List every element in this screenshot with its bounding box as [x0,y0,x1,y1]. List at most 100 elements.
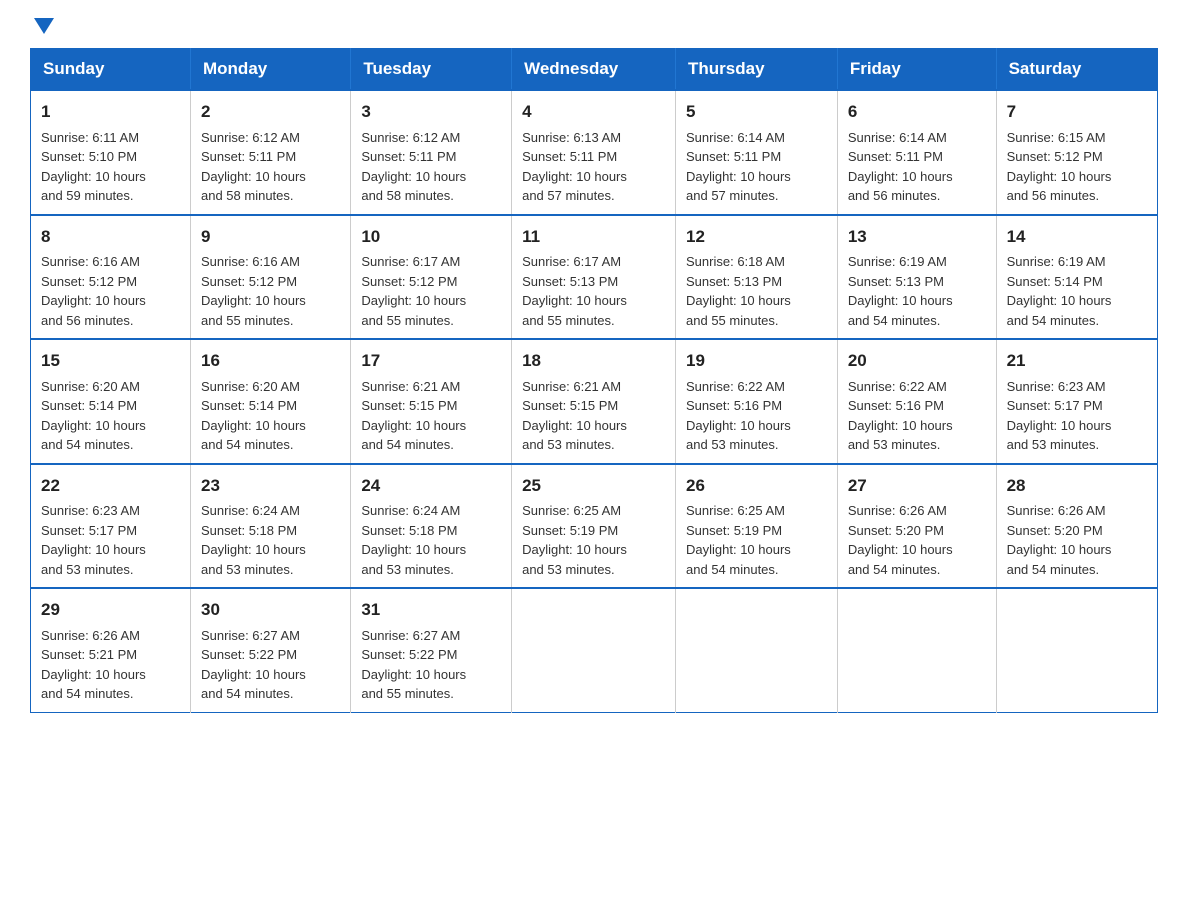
day-number: 2 [201,99,340,125]
day-number: 22 [41,473,180,499]
calendar-cell: 9 Sunrise: 6:16 AMSunset: 5:12 PMDayligh… [191,215,351,340]
calendar-cell [996,588,1157,712]
day-info: Sunrise: 6:27 AMSunset: 5:22 PMDaylight:… [361,628,466,702]
day-number: 15 [41,348,180,374]
day-info: Sunrise: 6:21 AMSunset: 5:15 PMDaylight:… [522,379,627,453]
calendar-cell: 14 Sunrise: 6:19 AMSunset: 5:14 PMDaylig… [996,215,1157,340]
calendar-cell: 23 Sunrise: 6:24 AMSunset: 5:18 PMDaylig… [191,464,351,589]
calendar-cell: 13 Sunrise: 6:19 AMSunset: 5:13 PMDaylig… [837,215,996,340]
day-number: 19 [686,348,827,374]
day-info: Sunrise: 6:11 AMSunset: 5:10 PMDaylight:… [41,130,146,204]
day-info: Sunrise: 6:12 AMSunset: 5:11 PMDaylight:… [201,130,306,204]
calendar-cell: 24 Sunrise: 6:24 AMSunset: 5:18 PMDaylig… [351,464,512,589]
day-info: Sunrise: 6:26 AMSunset: 5:20 PMDaylight:… [848,503,953,577]
calendar-cell: 20 Sunrise: 6:22 AMSunset: 5:16 PMDaylig… [837,339,996,464]
calendar-cell: 4 Sunrise: 6:13 AMSunset: 5:11 PMDayligh… [512,90,676,215]
day-info: Sunrise: 6:17 AMSunset: 5:13 PMDaylight:… [522,254,627,328]
day-info: Sunrise: 6:14 AMSunset: 5:11 PMDaylight:… [848,130,953,204]
day-info: Sunrise: 6:14 AMSunset: 5:11 PMDaylight:… [686,130,791,204]
day-info: Sunrise: 6:16 AMSunset: 5:12 PMDaylight:… [41,254,146,328]
day-number: 30 [201,597,340,623]
day-info: Sunrise: 6:25 AMSunset: 5:19 PMDaylight:… [686,503,791,577]
day-number: 28 [1007,473,1147,499]
day-info: Sunrise: 6:19 AMSunset: 5:14 PMDaylight:… [1007,254,1112,328]
weekday-header-wednesday: Wednesday [512,49,676,91]
calendar-body: 1 Sunrise: 6:11 AMSunset: 5:10 PMDayligh… [31,90,1158,712]
calendar-header: SundayMondayTuesdayWednesdayThursdayFrid… [31,49,1158,91]
calendar-cell: 10 Sunrise: 6:17 AMSunset: 5:12 PMDaylig… [351,215,512,340]
day-number: 12 [686,224,827,250]
calendar-week-row: 1 Sunrise: 6:11 AMSunset: 5:10 PMDayligh… [31,90,1158,215]
day-info: Sunrise: 6:18 AMSunset: 5:13 PMDaylight:… [686,254,791,328]
day-number: 8 [41,224,180,250]
day-info: Sunrise: 6:20 AMSunset: 5:14 PMDaylight:… [41,379,146,453]
logo [30,20,54,30]
calendar-cell: 16 Sunrise: 6:20 AMSunset: 5:14 PMDaylig… [191,339,351,464]
calendar-cell: 7 Sunrise: 6:15 AMSunset: 5:12 PMDayligh… [996,90,1157,215]
logo-triangle-icon [34,18,54,34]
weekday-header-tuesday: Tuesday [351,49,512,91]
day-number: 11 [522,224,665,250]
day-number: 29 [41,597,180,623]
calendar-cell: 28 Sunrise: 6:26 AMSunset: 5:20 PMDaylig… [996,464,1157,589]
day-number: 14 [1007,224,1147,250]
calendar-cell: 18 Sunrise: 6:21 AMSunset: 5:15 PMDaylig… [512,339,676,464]
calendar-cell: 19 Sunrise: 6:22 AMSunset: 5:16 PMDaylig… [676,339,838,464]
day-info: Sunrise: 6:24 AMSunset: 5:18 PMDaylight:… [361,503,466,577]
calendar-cell [837,588,996,712]
calendar-cell: 22 Sunrise: 6:23 AMSunset: 5:17 PMDaylig… [31,464,191,589]
calendar-cell: 27 Sunrise: 6:26 AMSunset: 5:20 PMDaylig… [837,464,996,589]
calendar-cell: 21 Sunrise: 6:23 AMSunset: 5:17 PMDaylig… [996,339,1157,464]
day-info: Sunrise: 6:13 AMSunset: 5:11 PMDaylight:… [522,130,627,204]
calendar-table: SundayMondayTuesdayWednesdayThursdayFrid… [30,48,1158,713]
day-number: 3 [361,99,501,125]
calendar-cell: 31 Sunrise: 6:27 AMSunset: 5:22 PMDaylig… [351,588,512,712]
calendar-cell: 15 Sunrise: 6:20 AMSunset: 5:14 PMDaylig… [31,339,191,464]
calendar-cell: 2 Sunrise: 6:12 AMSunset: 5:11 PMDayligh… [191,90,351,215]
day-info: Sunrise: 6:20 AMSunset: 5:14 PMDaylight:… [201,379,306,453]
day-number: 4 [522,99,665,125]
calendar-cell: 12 Sunrise: 6:18 AMSunset: 5:13 PMDaylig… [676,215,838,340]
calendar-cell: 11 Sunrise: 6:17 AMSunset: 5:13 PMDaylig… [512,215,676,340]
day-number: 18 [522,348,665,374]
calendar-cell: 30 Sunrise: 6:27 AMSunset: 5:22 PMDaylig… [191,588,351,712]
day-number: 1 [41,99,180,125]
calendar-cell [676,588,838,712]
day-number: 5 [686,99,827,125]
calendar-cell: 3 Sunrise: 6:12 AMSunset: 5:11 PMDayligh… [351,90,512,215]
day-info: Sunrise: 6:19 AMSunset: 5:13 PMDaylight:… [848,254,953,328]
day-info: Sunrise: 6:22 AMSunset: 5:16 PMDaylight:… [686,379,791,453]
weekday-header-friday: Friday [837,49,996,91]
calendar-week-row: 22 Sunrise: 6:23 AMSunset: 5:17 PMDaylig… [31,464,1158,589]
day-number: 31 [361,597,501,623]
day-number: 7 [1007,99,1147,125]
day-info: Sunrise: 6:26 AMSunset: 5:21 PMDaylight:… [41,628,146,702]
day-info: Sunrise: 6:23 AMSunset: 5:17 PMDaylight:… [1007,379,1112,453]
day-number: 20 [848,348,986,374]
day-number: 26 [686,473,827,499]
day-info: Sunrise: 6:27 AMSunset: 5:22 PMDaylight:… [201,628,306,702]
calendar-cell: 17 Sunrise: 6:21 AMSunset: 5:15 PMDaylig… [351,339,512,464]
day-number: 24 [361,473,501,499]
day-info: Sunrise: 6:17 AMSunset: 5:12 PMDaylight:… [361,254,466,328]
day-number: 10 [361,224,501,250]
day-info: Sunrise: 6:22 AMSunset: 5:16 PMDaylight:… [848,379,953,453]
day-number: 27 [848,473,986,499]
day-number: 16 [201,348,340,374]
day-info: Sunrise: 6:12 AMSunset: 5:11 PMDaylight:… [361,130,466,204]
day-info: Sunrise: 6:21 AMSunset: 5:15 PMDaylight:… [361,379,466,453]
day-number: 6 [848,99,986,125]
day-info: Sunrise: 6:23 AMSunset: 5:17 PMDaylight:… [41,503,146,577]
day-number: 23 [201,473,340,499]
day-info: Sunrise: 6:25 AMSunset: 5:19 PMDaylight:… [522,503,627,577]
weekday-header-sunday: Sunday [31,49,191,91]
calendar-cell [512,588,676,712]
day-info: Sunrise: 6:24 AMSunset: 5:18 PMDaylight:… [201,503,306,577]
calendar-week-row: 29 Sunrise: 6:26 AMSunset: 5:21 PMDaylig… [31,588,1158,712]
calendar-cell: 5 Sunrise: 6:14 AMSunset: 5:11 PMDayligh… [676,90,838,215]
calendar-cell: 8 Sunrise: 6:16 AMSunset: 5:12 PMDayligh… [31,215,191,340]
day-number: 17 [361,348,501,374]
day-info: Sunrise: 6:26 AMSunset: 5:20 PMDaylight:… [1007,503,1112,577]
calendar-cell: 6 Sunrise: 6:14 AMSunset: 5:11 PMDayligh… [837,90,996,215]
calendar-cell: 29 Sunrise: 6:26 AMSunset: 5:21 PMDaylig… [31,588,191,712]
